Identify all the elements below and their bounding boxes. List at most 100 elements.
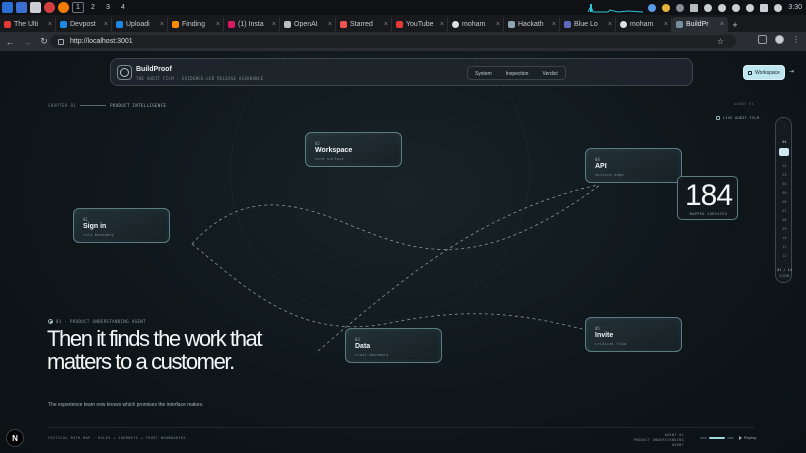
close-icon[interactable]: ×	[272, 21, 276, 28]
power-icon[interactable]	[774, 3, 783, 12]
bluetooth-icon[interactable]	[718, 3, 727, 12]
close-icon[interactable]: ×	[608, 21, 612, 28]
tab-1[interactable]: Devpost ×	[56, 17, 112, 32]
close-icon[interactable]: ×	[720, 21, 724, 28]
close-icon[interactable]: ×	[552, 21, 556, 28]
rail-item-07[interactable]: 07	[776, 209, 793, 213]
tab-12-active[interactable]: BuildPr ×	[672, 17, 728, 32]
chrome-icon[interactable]	[662, 3, 671, 12]
rail-active-indicator[interactable]	[779, 148, 789, 156]
close-icon[interactable]: ×	[160, 21, 164, 28]
close-icon[interactable]: ×	[48, 21, 52, 28]
scene-progress	[700, 436, 734, 439]
battery-icon[interactable]	[760, 3, 769, 12]
tab-9[interactable]: Hackath ×	[504, 17, 560, 32]
footer-divider	[48, 427, 754, 428]
tab-favicon-icon	[452, 21, 459, 28]
close-icon[interactable]: ×	[496, 21, 500, 28]
brightness-icon[interactable]	[746, 3, 755, 12]
tab-4[interactable]: (1) Insta ×	[224, 17, 280, 32]
rail-handle-icon[interactable]: ⋮	[776, 124, 793, 128]
dev-tools-badge[interactable]: N	[6, 429, 24, 447]
rail-item-top[interactable]: 01	[776, 140, 793, 144]
tab-3[interactable]: Finding ×	[168, 17, 224, 32]
tab-6[interactable]: Starred ×	[336, 17, 392, 32]
tab-favicon-icon	[4, 21, 11, 28]
tab-favicon-icon	[60, 21, 67, 28]
folder-icon[interactable]	[30, 2, 41, 13]
workspace-3[interactable]: 3	[102, 2, 114, 13]
hero-headline: Then it finds the work that matters to a…	[47, 326, 263, 374]
back-button[interactable]: ←	[3, 35, 17, 49]
tab-favicon-icon	[676, 21, 683, 28]
rail-item-03[interactable]: 03	[776, 173, 793, 177]
rail-item-09[interactable]: 09	[776, 227, 793, 231]
tab-7[interactable]: YouTube ×	[392, 17, 448, 32]
tab-11[interactable]: moham ×	[616, 17, 672, 32]
rail-item-11[interactable]: 11	[776, 245, 793, 249]
rail-item-06[interactable]: 06	[776, 200, 793, 204]
tab-favicon-icon	[172, 21, 179, 28]
hero-lede: The experience team now knows which prom…	[48, 402, 204, 408]
url-text: http://localhost:3001	[70, 38, 133, 45]
address-bar: ← → ↻ http://localhost:3001 ☆ ⋮	[0, 32, 806, 51]
workspace-2[interactable]: 2	[87, 2, 99, 13]
node-data[interactable]: 03 Data trust boundary	[345, 328, 442, 363]
workspace-1[interactable]: 1	[72, 2, 84, 13]
site-info-icon[interactable]	[58, 38, 64, 45]
file-manager-icon[interactable]	[16, 2, 27, 13]
rail-item-05[interactable]: 05	[776, 191, 793, 195]
tab-10[interactable]: Blue Lo ×	[560, 17, 616, 32]
browser-tab-bar: The Ulti × Devpost × Uploadi × Finding × (1)…	[0, 15, 806, 32]
node-api[interactable]: 04 API service edge	[585, 148, 682, 183]
profile-icon[interactable]	[775, 35, 784, 44]
reload-button[interactable]: ↻	[37, 35, 51, 49]
bookmark-star-icon[interactable]: ☆	[717, 37, 724, 46]
agent-overline: 01 · PRODUCT UNDERSTANDING AGENT	[48, 319, 146, 324]
close-icon[interactable]: ×	[440, 21, 444, 28]
node-workspace[interactable]: 02 Workspace core surface	[305, 132, 402, 167]
tab-favicon-icon	[564, 21, 571, 28]
play-icon	[739, 435, 742, 440]
new-tab-button[interactable]: +	[728, 17, 742, 32]
tab-2[interactable]: Uploadi ×	[112, 17, 168, 32]
node-sign-in[interactable]: 01 Sign in role boundary	[73, 208, 170, 243]
tab-5[interactable]: OpenAI ×	[280, 17, 336, 32]
close-icon[interactable]: ×	[104, 21, 108, 28]
tray-doc-icon[interactable]	[690, 3, 699, 12]
os-logo-icon[interactable]	[2, 2, 13, 13]
arch-icon[interactable]	[648, 3, 657, 12]
close-icon[interactable]: ×	[384, 21, 388, 28]
mapped-surfaces-counter: 184 MAPPED SURFACES	[677, 176, 738, 220]
rail-progress: 01 / 14	[777, 268, 792, 272]
firefox-icon[interactable]	[58, 2, 69, 13]
replay-button[interactable]: Replay	[739, 435, 756, 440]
node-invite[interactable]: 05 Invite critical flow	[585, 317, 682, 352]
wifi-icon[interactable]	[704, 3, 713, 12]
tab-8[interactable]: moham ×	[448, 17, 504, 32]
clock[interactable]: 3:30	[788, 4, 802, 11]
rail-item-08[interactable]: 08	[776, 218, 793, 222]
forward-button[interactable]: →	[20, 35, 34, 49]
tab-favicon-icon	[116, 21, 123, 28]
extensions-icon[interactable]	[758, 35, 767, 44]
close-icon[interactable]: ×	[216, 21, 220, 28]
volume-icon[interactable]	[732, 3, 741, 12]
close-icon[interactable]: ×	[328, 21, 332, 28]
url-input[interactable]: http://localhost:3001 ☆	[50, 35, 736, 48]
connector-signin-invite	[191, 243, 591, 332]
tab-favicon-icon	[620, 21, 627, 28]
close-icon[interactable]: ×	[664, 21, 668, 28]
rail-item-10[interactable]: 10	[776, 236, 793, 240]
counter-value: 184	[684, 179, 733, 212]
tray-app-icon[interactable]	[676, 3, 685, 12]
menu-icon[interactable]: ⋮	[792, 35, 800, 44]
tab-0[interactable]: The Ulti ×	[0, 17, 56, 32]
scene-rail: ⋮ 01 02 03 04 05 06 07 08 09 10 11 12 01…	[775, 117, 792, 283]
rail-item-04[interactable]: 04	[776, 182, 793, 186]
rail-item-12[interactable]: 12	[776, 254, 793, 258]
workspace-4[interactable]: 4	[117, 2, 129, 13]
rail-item-02[interactable]: 02	[776, 164, 793, 168]
page-canvas: BuildProof THE AUDIT FILM · EVIDENCE-LED…	[0, 51, 806, 453]
app-icon[interactable]	[44, 2, 55, 13]
